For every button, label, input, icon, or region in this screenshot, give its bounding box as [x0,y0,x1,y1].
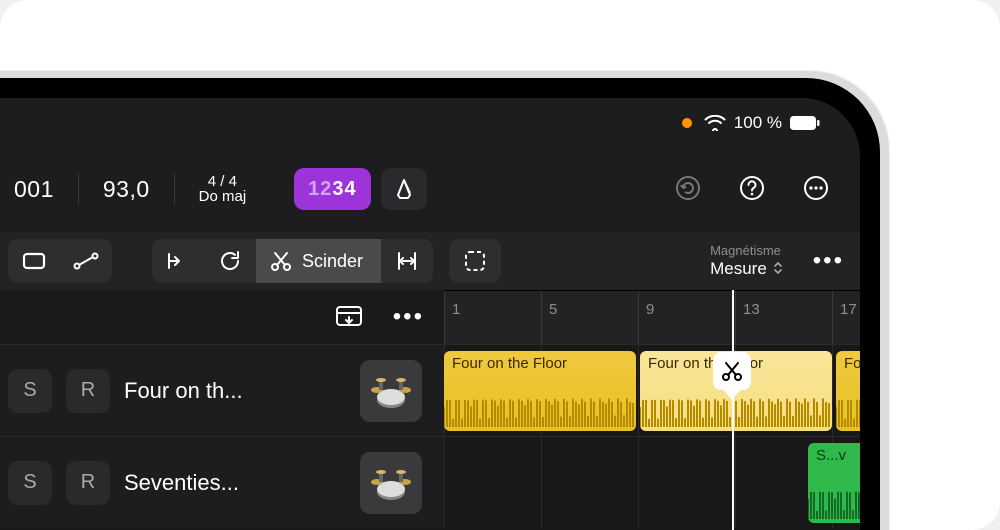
region[interactable]: S...v [808,443,860,523]
record-enable-button[interactable]: R [66,461,110,505]
ruler-number: 17 [840,301,857,318]
ruler-number: 9 [646,301,654,318]
battery-icon [790,116,820,130]
snap-value: Mesure [710,259,767,279]
ruler-tick [541,291,542,344]
ruler-tick [444,291,445,344]
tempo-display[interactable]: 93,0 [89,166,164,212]
track-lane[interactable]: S...v [444,437,860,528]
position-display[interactable]: 001 [0,166,68,212]
snap-control[interactable]: Magnétisme Mesure [710,244,783,278]
battery-percent: 100 % [734,113,782,133]
solo-button[interactable]: S [8,369,52,413]
count-in-button[interactable]: 1234 [294,168,371,210]
toolbar-more-button[interactable]: ••• [813,247,844,275]
privacy-mic-dot [682,118,692,128]
region-label: Four on the Floor [452,355,628,372]
app-screen: 100 % 001 93,0 4 / 4 Do maj 1234 [0,98,860,530]
marquee-tool-button[interactable] [8,239,60,283]
playhead[interactable] [732,290,734,530]
ruler-row: ••• 1 5 9 13 17 [0,290,860,344]
timesig-display[interactable]: 4 / 4 Do maj [185,166,261,212]
ruler-tick [735,291,736,344]
ruler-number: 1 [452,301,460,318]
undo-button[interactable] [670,170,706,206]
top-right-actions [670,170,834,206]
timeline-ruler[interactable]: 1 5 9 13 17 [444,290,860,344]
ruler-tick [832,291,833,344]
solo-button[interactable]: S [8,461,52,505]
browser-button[interactable] [335,305,363,329]
region[interactable]: Four on the Floor [444,351,636,431]
ruler-number: 13 [743,301,760,318]
snap-label: Magnétisme [710,244,783,259]
split-tool-button[interactable]: Scinder [256,239,381,283]
more-menu-button[interactable] [798,170,834,206]
join-tool-button[interactable] [152,239,204,283]
track-more-button[interactable]: ••• [393,303,424,331]
instrument-icon[interactable] [360,452,422,514]
track-name: Seventies... [124,470,346,496]
record-enable-button[interactable]: R [66,369,110,413]
track-header[interactable]: S R Seventies... [0,437,444,528]
instrument-icon[interactable] [360,360,422,422]
updown-icon [773,261,783,275]
track-row: S R Seventies... S...v [0,436,860,528]
region-label: Four on t [844,355,860,372]
track-name: Four on th... [124,378,346,404]
status-bar: 100 % [0,98,820,148]
region-label: S...v [816,447,860,464]
transport-metrics: 001 93,0 4 / 4 Do maj 1234 [0,162,427,216]
scissor-cursor[interactable] [713,352,751,390]
ruler-number: 5 [549,301,557,318]
selection-tool-button[interactable] [449,239,501,283]
track-lane[interactable]: Four on the FloorFour on the FloorFour o… [444,345,860,436]
help-button[interactable] [734,170,770,206]
edit-toolbar: Scinder Magnétisme Mesure ••• [0,232,860,290]
track-header[interactable]: S R Four on th... [0,345,444,436]
split-tool-label: Scinder [302,251,363,272]
loop-tool-button[interactable] [204,239,256,283]
metronome-button[interactable] [381,168,427,210]
wifi-icon [704,115,726,131]
trim-tool-button[interactable] [381,239,433,283]
region[interactable]: Four on t [836,351,860,431]
ruler-tick [638,291,639,344]
automation-tool-button[interactable] [60,239,112,283]
